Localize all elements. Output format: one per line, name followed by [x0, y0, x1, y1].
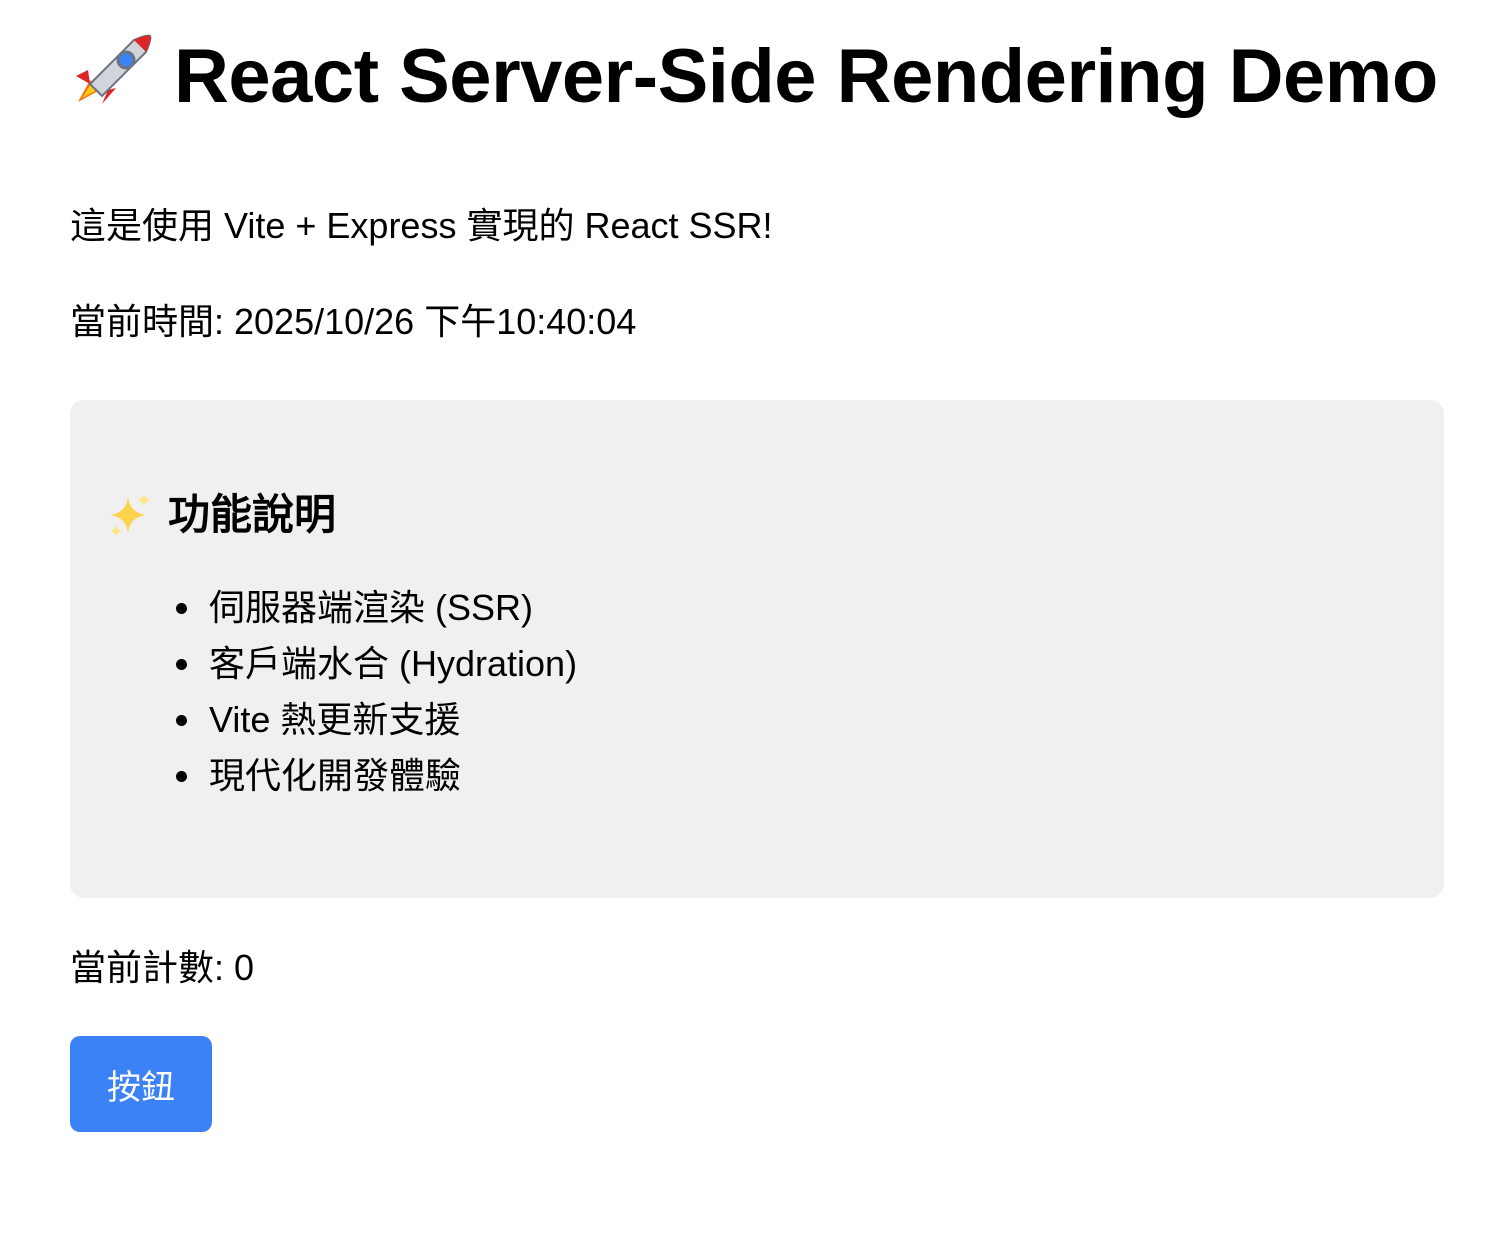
current-time: 當前時間: 2025/10/26 下午10:40:04 — [70, 300, 1442, 344]
list-item: 現代化開發體驗 — [176, 748, 1408, 804]
list-item: 伺服器端渲染 (SSR) — [176, 580, 1408, 636]
current-time-label: 當前時間: — [70, 301, 235, 342]
rocket-icon — [70, 32, 154, 128]
page-title-text: React Server-Side Rendering Demo — [174, 34, 1438, 119]
list-item-text: 伺服器端渲染 (SSR) — [209, 587, 534, 628]
counter-label: 當前計數: — [70, 947, 235, 988]
action-button[interactable]: 按鈕 — [70, 1036, 212, 1132]
bullet-icon — [176, 770, 187, 782]
feature-title-text: 功能說明 — [168, 491, 337, 538]
feature-title: 功能說明 — [106, 490, 1408, 540]
counter-value: 0 — [234, 947, 255, 988]
current-time-value: 2025/10/26 下午10:40:04 — [234, 301, 637, 342]
list-item-text: 現代化開發體驗 — [209, 755, 462, 796]
bullet-icon — [176, 714, 187, 726]
page: React Server-Side Rendering Demo 這是使用 Vi… — [0, 0, 1512, 1244]
intro-text: 這是使用 Vite + Express 實現的 React SSR! — [70, 205, 773, 246]
feature-panel: 功能說明 伺服器端渲染 (SSR) 客戶端水合 (Hydration) Vite… — [70, 400, 1444, 898]
list-item: Vite 熱更新支援 — [176, 692, 1408, 748]
list-item-text: 客戶端水合 (Hydration) — [209, 643, 578, 684]
bullet-icon — [176, 602, 187, 614]
sparkles-icon — [106, 491, 154, 539]
bullet-icon — [176, 658, 187, 670]
list-item-text: Vite 熱更新支援 — [209, 699, 461, 740]
page-title: React Server-Side Rendering Demo — [70, 30, 1442, 128]
counter-display: 當前計數: 0 — [70, 946, 1442, 990]
feature-list: 伺服器端渲染 (SSR) 客戶端水合 (Hydration) Vite 熱更新支… — [106, 580, 1408, 804]
list-item: 客戶端水合 (Hydration) — [176, 636, 1408, 692]
